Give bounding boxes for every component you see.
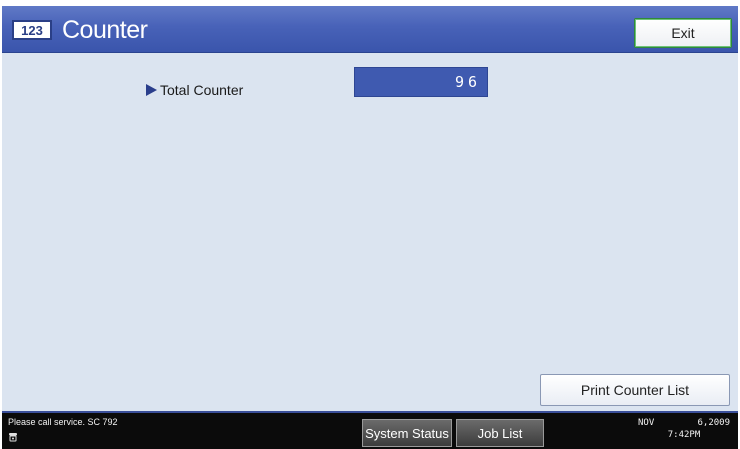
service-message: Please call service. SC 792 bbox=[8, 417, 118, 427]
total-counter-label-row: Total Counter bbox=[146, 82, 243, 98]
counter-screen: 123 Counter Exit Total Counter 96 Print … bbox=[0, 0, 740, 449]
exit-button[interactable]: Exit bbox=[634, 18, 732, 48]
job-list-button[interactable]: Job List bbox=[456, 419, 544, 447]
phone-icon bbox=[9, 433, 17, 442]
total-counter-value: 96 bbox=[354, 67, 488, 97]
total-counter-label: Total Counter bbox=[160, 82, 244, 98]
date-time-display: NOV 6,2009 7:42PM bbox=[638, 417, 730, 441]
header-bar: 123 Counter Exit bbox=[2, 6, 738, 53]
counter-123-icon: 123 bbox=[12, 20, 52, 40]
print-counter-list-button[interactable]: Print Counter List bbox=[540, 374, 730, 406]
time-display: 7:42PM bbox=[667, 430, 701, 440]
date-day-year: 6,2009 bbox=[697, 418, 730, 428]
status-footer: Please call service. SC 792 System Statu… bbox=[2, 411, 738, 449]
date-month: NOV bbox=[638, 418, 655, 428]
main-panel: Total Counter 96 Print Counter List bbox=[2, 53, 738, 411]
system-status-button[interactable]: System Status bbox=[362, 419, 452, 447]
page-title: Counter bbox=[62, 16, 148, 44]
right-triangle-icon bbox=[146, 84, 157, 96]
